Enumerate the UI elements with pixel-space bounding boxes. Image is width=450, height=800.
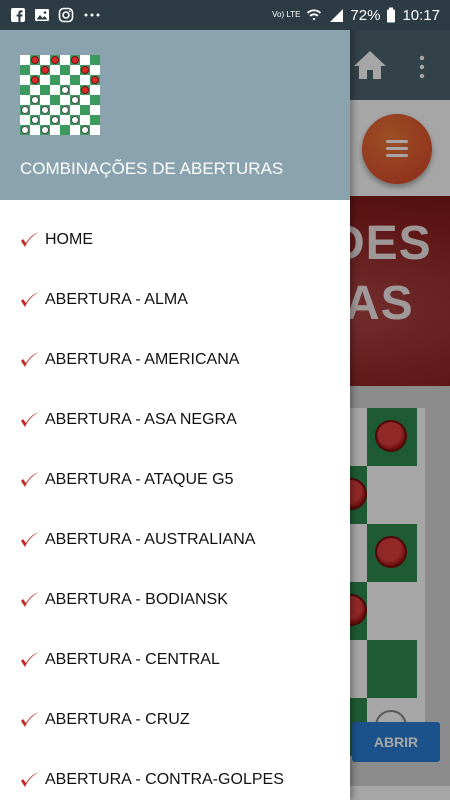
- drawer-header: COMBINAÇÕES DE ABERTURAS: [0, 30, 350, 200]
- battery-level: 72%: [350, 6, 381, 24]
- check-icon: [21, 652, 39, 667]
- drawer-item-home[interactable]: HOME: [0, 210, 350, 270]
- check-icon: [21, 292, 39, 307]
- check-icon: [21, 592, 39, 607]
- check-icon: [21, 712, 39, 727]
- check-icon: [21, 412, 39, 427]
- check-icon: [21, 532, 39, 547]
- drawer-item-abertura-contra-golpes[interactable]: ABERTURA - CONTRA-GOLPES: [0, 750, 350, 800]
- instagram-icon: [58, 7, 74, 23]
- drawer-item-label: ABERTURA - AMERICANA: [45, 351, 240, 368]
- drawer-item-label: ABERTURA - BODIANSK: [45, 591, 228, 608]
- drawer-item-label: ABERTURA - CONTRA-GOLPES: [45, 771, 284, 788]
- navigation-drawer: COMBINAÇÕES DE ABERTURAS HOME ABERTURA - …: [0, 30, 350, 800]
- drawer-item-abertura-bodiansk[interactable]: ABERTURA - BODIANSK: [0, 570, 350, 630]
- wifi-icon: [307, 9, 322, 21]
- check-icon: [21, 472, 39, 487]
- drawer-item-label: ABERTURA - ASA NEGRA: [45, 411, 237, 428]
- signal-icon: [330, 9, 344, 22]
- status-bar: Vo) LTE 72% 10:17: [0, 0, 450, 30]
- drawer-item-abertura-americana[interactable]: ABERTURA - AMERICANA: [0, 330, 350, 390]
- clock: 10:17: [402, 6, 440, 24]
- drawer-item-abertura-asa-negra[interactable]: ABERTURA - ASA NEGRA: [0, 390, 350, 450]
- network-indicator: Vo) LTE: [272, 10, 301, 19]
- drawer-item-label: ABERTURA - AUSTRALIANA: [45, 531, 256, 548]
- drawer-item-label: ABERTURA - ALMA: [45, 291, 188, 308]
- more-notifications-icon: [84, 13, 100, 17]
- drawer-item-abertura-central[interactable]: ABERTURA - CENTRAL: [0, 630, 350, 690]
- drawer-item-label: ABERTURA - ATAQUE G5: [45, 471, 234, 488]
- drawer-item-abertura-alma[interactable]: ABERTURA - ALMA: [0, 270, 350, 330]
- facebook-icon: [11, 8, 25, 22]
- check-icon: [21, 352, 39, 367]
- drawer-item-abertura-ataque-g5[interactable]: ABERTURA - ATAQUE G5: [0, 450, 350, 510]
- check-icon: [21, 232, 39, 247]
- check-icon: [21, 772, 39, 787]
- drawer-item-abertura-australiana[interactable]: ABERTURA - AUSTRALIANA: [0, 510, 350, 570]
- drawer-item-label: ABERTURA - CRUZ: [45, 711, 190, 728]
- drawer-item-abertura-cruz[interactable]: ABERTURA - CRUZ: [0, 690, 350, 750]
- drawer-title: COMBINAÇÕES DE ABERTURAS: [20, 159, 284, 178]
- battery-icon: [387, 7, 396, 23]
- checkers-board-logo: [20, 55, 100, 135]
- drawer-item-label: ABERTURA - CENTRAL: [45, 651, 220, 668]
- drawer-item-label: HOME: [45, 231, 93, 248]
- drawer-menu: HOME ABERTURA - ALMA ABERTURA - AMERICANA A…: [0, 210, 350, 800]
- gallery-icon: [35, 9, 49, 21]
